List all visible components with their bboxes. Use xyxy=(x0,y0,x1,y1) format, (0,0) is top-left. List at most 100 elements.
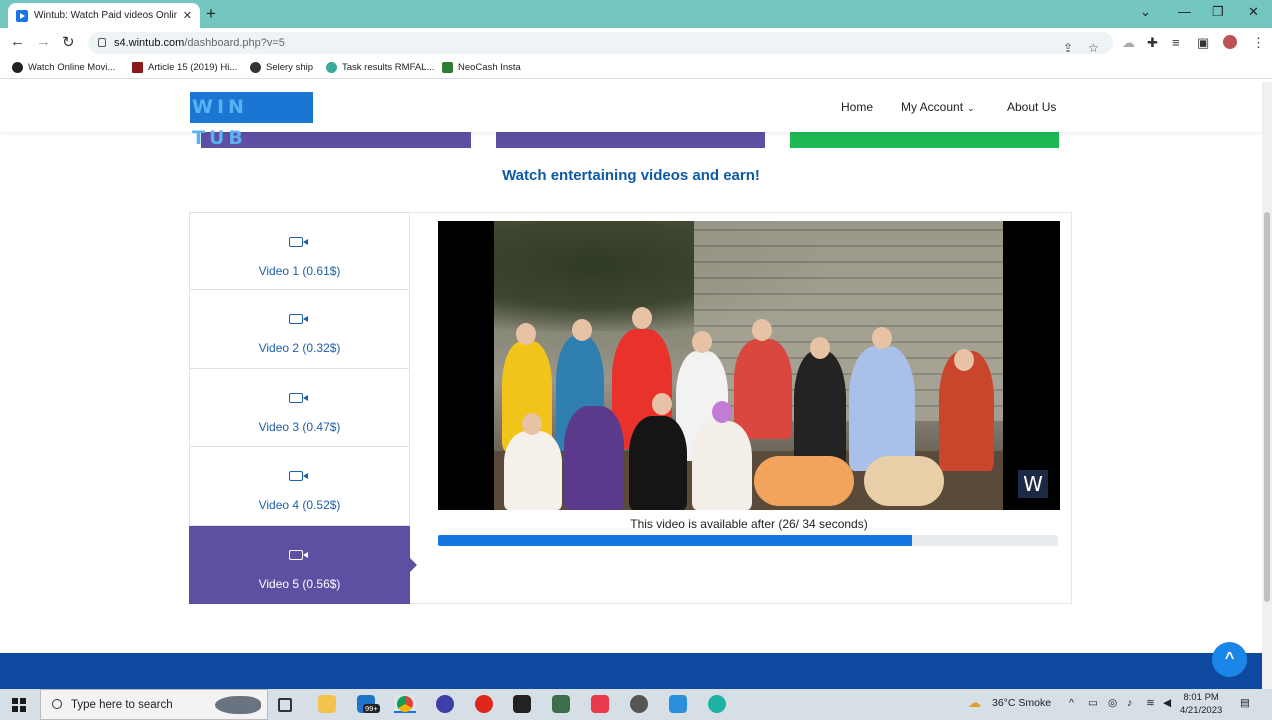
page-scrollbar[interactable] xyxy=(1262,82,1272,689)
extension-cloud-icon[interactable]: ☁ xyxy=(1122,35,1135,51)
browser-tab-strip: Wintub: Watch Paid videos Onlin ✕ + ⌄ — … xyxy=(0,0,1272,28)
scroll-to-top-button[interactable]: ^ xyxy=(1212,642,1247,677)
bookmark-favicon-icon xyxy=(326,62,337,73)
minimize-button[interactable]: — xyxy=(1178,4,1191,19)
video-label: Video 5 (0.56$) xyxy=(258,576,341,591)
notification-icon[interactable]: ▤ xyxy=(1240,697,1250,709)
video-camera-icon xyxy=(289,549,308,560)
nav-my-account-link[interactable]: My Account ⌄ xyxy=(901,100,975,114)
forward-arrow-icon[interactable]: → xyxy=(36,33,51,50)
mail-icon[interactable]: 99+ xyxy=(357,695,380,713)
nav-about-link[interactable]: About Us xyxy=(1007,100,1056,114)
reload-icon[interactable]: ↻ xyxy=(62,33,75,51)
profile-avatar[interactable] xyxy=(1222,34,1238,50)
video-list-item[interactable]: Video 1 (0.61$) xyxy=(189,212,410,291)
maximize-button[interactable]: ❐ xyxy=(1212,4,1224,20)
network-icon[interactable]: ▭ xyxy=(1088,697,1098,709)
camera-app-icon[interactable] xyxy=(591,695,609,713)
app-icon[interactable] xyxy=(669,695,687,713)
figure-head xyxy=(752,319,772,341)
footer-band xyxy=(0,653,1262,689)
video-list-item[interactable]: Video 2 (0.32$) xyxy=(189,290,410,369)
back-arrow-icon[interactable]: ← xyxy=(10,33,25,50)
wintub-favicon-icon xyxy=(16,9,28,22)
file-explorer-icon[interactable] xyxy=(318,695,336,713)
video-list-item[interactable]: Video 4 (0.52$) xyxy=(189,447,410,526)
bookmark-favicon-icon xyxy=(442,62,453,73)
figure xyxy=(504,431,562,510)
bookmark-star-icon[interactable]: ☆ xyxy=(1088,37,1099,59)
bookmark-item[interactable]: NeoCash Insta xyxy=(442,62,521,73)
weather-icon[interactable]: ☁ xyxy=(968,695,981,711)
figure-head xyxy=(572,319,592,341)
stat-bar-purple xyxy=(496,132,765,148)
nav-home-link[interactable]: Home xyxy=(841,100,873,114)
side-panel-icon[interactable]: ▣ xyxy=(1197,35,1209,51)
search-highlight-image xyxy=(215,696,261,714)
bookmark-item[interactable]: Article 15 (2019) Hi... xyxy=(132,62,237,73)
share-icon[interactable]: ⇪ xyxy=(1063,37,1073,59)
video-progress-bar xyxy=(438,535,1058,546)
weather-text[interactable]: 36°C Smoke xyxy=(992,697,1051,709)
microphone-icon[interactable]: ♪ xyxy=(1127,697,1132,709)
scrollbar-thumb[interactable] xyxy=(1264,212,1270,602)
task-view-icon[interactable] xyxy=(278,698,292,712)
reading-list-icon[interactable]: ≡ xyxy=(1172,35,1180,50)
site-logo[interactable]: WIN TUB xyxy=(190,92,313,149)
app-icon[interactable] xyxy=(552,695,570,713)
figure-head xyxy=(652,393,672,415)
extensions-puzzle-icon[interactable]: ✚ xyxy=(1147,35,1158,51)
edge-icon[interactable] xyxy=(708,695,726,713)
bookmark-favicon-icon xyxy=(132,62,143,73)
bookmark-label: Watch Online Movi... xyxy=(28,62,116,73)
video-player[interactable]: W xyxy=(438,221,1060,510)
tab-close-icon[interactable]: ✕ xyxy=(183,9,192,22)
float-ring xyxy=(754,456,854,506)
lock-icon xyxy=(98,38,106,47)
app-icon[interactable] xyxy=(436,695,454,713)
site-header: WIN TUB Home My Account ⌄ About Us xyxy=(0,82,1262,149)
search-icon xyxy=(52,699,62,709)
figure xyxy=(564,406,624,510)
clock-time: 8:01 PM xyxy=(1183,692,1219,703)
video-list-item[interactable]: Video 3 (0.47$) xyxy=(189,368,410,448)
opera-icon[interactable] xyxy=(475,695,493,713)
figure-head xyxy=(632,307,652,329)
volume-icon[interactable]: ◀ xyxy=(1163,697,1171,709)
figure-head xyxy=(692,331,712,353)
browser-tab-active[interactable]: Wintub: Watch Paid videos Onlin ✕ xyxy=(8,3,200,28)
onedrive-icon[interactable]: ◎ xyxy=(1108,697,1117,709)
video-frame-image xyxy=(494,221,1003,510)
figure-head xyxy=(954,349,974,371)
taskbar-clock[interactable]: 8:01 PM 4/21/2023 xyxy=(1180,691,1222,717)
bookmark-label: Task results RMFAL... xyxy=(342,62,435,73)
windows-start-icon[interactable] xyxy=(12,698,26,712)
bookmark-item[interactable]: Selery ship xyxy=(250,62,313,73)
video-list-item-active[interactable]: Video 5 (0.56$) xyxy=(189,525,417,604)
new-tab-button[interactable]: + xyxy=(206,4,216,24)
taskbar-search-box[interactable]: Type here to search xyxy=(40,689,268,720)
chrome-taskbar-icon[interactable] xyxy=(394,695,416,713)
figure xyxy=(849,346,915,471)
chrome-menu-icon[interactable]: ⋮ xyxy=(1252,35,1265,51)
close-window-button[interactable]: ✕ xyxy=(1248,4,1259,20)
tab-search-icon[interactable]: ⌄ xyxy=(1140,4,1151,20)
page-headline: Watch entertaining videos and earn! xyxy=(502,167,760,184)
app-icon[interactable] xyxy=(513,695,531,713)
figure-head xyxy=(872,327,892,349)
url-host: s4.wintub.com xyxy=(114,37,185,49)
address-bar[interactable]: s4.wintub.com/dashboard.php?v=5 ⇪ ☆ xyxy=(88,32,1113,55)
figure xyxy=(629,416,687,510)
chevron-up-icon[interactable]: ^ xyxy=(1069,697,1074,709)
bookmark-favicon-icon xyxy=(250,62,261,73)
bookmark-favicon-icon xyxy=(12,62,23,73)
figure xyxy=(794,351,846,471)
bookmark-item[interactable]: Task results RMFAL... xyxy=(326,62,434,73)
wifi-icon[interactable]: ≋ xyxy=(1146,697,1155,709)
bookmark-label: NeoCash Insta xyxy=(458,62,521,73)
figure-head xyxy=(810,337,830,359)
chevron-down-icon: ⌄ xyxy=(967,103,975,113)
bookmark-item[interactable]: Watch Online Movi... xyxy=(12,62,115,73)
bookmark-label: Article 15 (2019) Hi... xyxy=(148,62,238,73)
app-icon[interactable] xyxy=(630,695,648,713)
